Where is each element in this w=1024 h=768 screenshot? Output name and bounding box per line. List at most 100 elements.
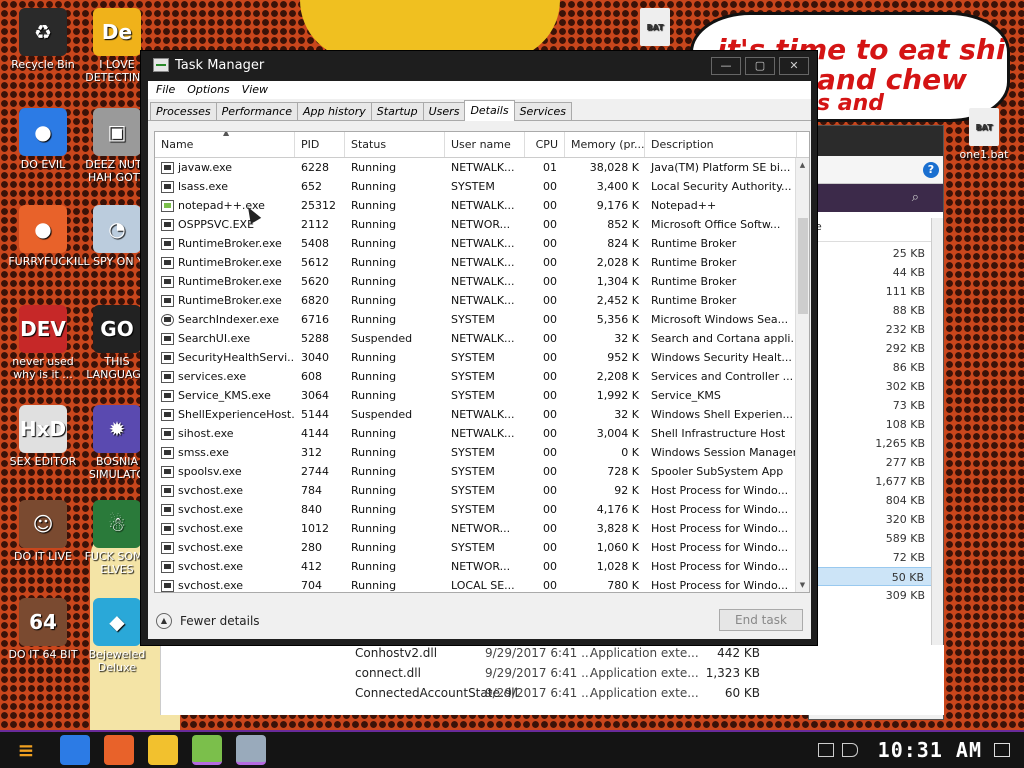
process-mem-cell: 952 K	[607, 351, 639, 364]
process-name: spoolsv.exe	[178, 465, 242, 478]
column-header-memory[interactable]: Memory (pr...	[565, 132, 645, 157]
explorer-address-bar[interactable]: ?	[809, 156, 943, 184]
table-row[interactable]: RuntimeBroker.exe 6820 Running NETWALK... 00…	[155, 291, 809, 310]
tab-details[interactable]: Details	[464, 100, 515, 121]
fewer-details-link[interactable]: Fewer details	[180, 614, 260, 628]
scroll-thumb[interactable]	[798, 218, 808, 314]
explorer-search-box[interactable]: ⌕	[809, 184, 943, 212]
desktop-icon-bat[interactable]: BAT	[620, 8, 690, 48]
table-row[interactable]: svchost.exe 280 Running SYSTEM 00 1,060 K Host…	[155, 538, 809, 557]
maximize-button[interactable]: ▢	[745, 57, 775, 75]
file-explorer-window[interactable]: ? ⌕ e 25 KB 44 KB 111 KB 88 KB 232 KB 292 KB 8…	[808, 125, 944, 720]
process-mem-cell: 5,356 K	[596, 313, 639, 326]
process-icon	[161, 256, 174, 269]
batch-file-icon: BAT	[640, 8, 670, 46]
taskbar-file-explorer-icon[interactable]	[148, 735, 178, 765]
table-row[interactable]: ShellExperienceHost... 5144 Suspended NETWA…	[155, 405, 809, 424]
table-row[interactable]: sihost.exe 4144 Running NETWALK... 00 3,004 K…	[155, 424, 809, 443]
task-manager-window[interactable]: Task Manager — ▢ ✕ File Options View Pro…	[140, 50, 818, 646]
process-cpu-cell: 00	[543, 256, 557, 269]
process-status-cell: Running	[351, 465, 397, 478]
process-user-cell: LOCAL SE...	[451, 579, 515, 592]
scroll-down-arrow-icon[interactable]: ▼	[796, 578, 809, 592]
table-row[interactable]: svchost.exe 1012 Running NETWOR... 00 3,828 K…	[155, 519, 809, 538]
table-row[interactable]: lsass.exe 652 Running SYSTEM 00 3,400 K Local …	[155, 177, 809, 196]
file-size: 442 KB	[717, 646, 760, 660]
table-row[interactable]: svchost.exe 784 Running SYSTEM 00 92 K Host Pr…	[155, 481, 809, 500]
file-row[interactable]: ConnectedAccountState.dll9/29/2017 6:41 …	[335, 683, 760, 703]
table-row[interactable]: Service_KMS.exe 3064 Running SYSTEM 00 1,992 …	[155, 386, 809, 405]
end-task-button[interactable]: End task	[719, 609, 803, 631]
process-mem-cell: 1,028 K	[596, 560, 639, 573]
start-button[interactable]: ≡	[6, 735, 46, 765]
tab-processes[interactable]: Processes	[150, 102, 217, 120]
column-header-status[interactable]: Status	[345, 132, 445, 157]
process-icon	[161, 237, 174, 250]
table-row[interactable]: svchost.exe 412 Running NETWOR... 00 1,028 K H…	[155, 557, 809, 576]
network-icon[interactable]	[817, 743, 834, 757]
taskbar-chrome-icon[interactable]	[60, 735, 90, 765]
process-user-cell: SYSTEM	[451, 370, 495, 383]
taskbar-notepad-plus-plus-icon[interactable]	[192, 735, 222, 765]
process-cpu-cell: 00	[543, 218, 557, 231]
column-header-pid[interactable]: PID	[295, 132, 345, 157]
table-row[interactable]: svchost.exe 704 Running LOCAL SE... 00 780 K H…	[155, 576, 809, 592]
table-row[interactable]: SearchIndexer.exe 6716 Running SYSTEM 00 5,35…	[155, 310, 809, 329]
process-pid-cell: 312	[301, 446, 322, 459]
notification-center-icon[interactable]	[994, 743, 1010, 757]
process-icon	[161, 465, 174, 478]
table-row[interactable]: javaw.exe 6228 Running NETWALK... 01 38,028 K…	[155, 158, 809, 177]
process-cpu-cell: 00	[543, 522, 557, 535]
menu-options[interactable]: Options	[181, 81, 235, 99]
process-desc-cell: Host Process for Windo...	[651, 522, 789, 535]
file-row[interactable]: Conhostv2.dll 9/29/2017 6:41 ...Applicati…	[335, 643, 760, 663]
tab-startup[interactable]: Startup	[370, 102, 424, 120]
table-row[interactable]: services.exe 608 Running SYSTEM 00 2,208 K Ser…	[155, 367, 809, 386]
explorer-scrollbar[interactable]	[931, 218, 943, 689]
table-row[interactable]: spoolsv.exe 2744 Running SYSTEM 00 728 K Spool…	[155, 462, 809, 481]
column-header-user-name[interactable]: User name	[445, 132, 525, 157]
app-icon: ☃	[93, 500, 141, 548]
explorer-column-header[interactable]: e	[809, 212, 943, 242]
taskbar-firefox-icon[interactable]	[104, 735, 134, 765]
table-row[interactable]: SecurityHealthServi... 3040 Running SYSTEM 0…	[155, 348, 809, 367]
chevron-up-icon[interactable]: ▲	[156, 613, 172, 629]
menu-view[interactable]: View	[236, 81, 274, 99]
minimize-button[interactable]: —	[711, 57, 741, 75]
taskbar-task-manager-icon[interactable]	[236, 735, 266, 765]
process-desc-cell: Runtime Broker	[651, 237, 737, 250]
table-row[interactable]: RuntimeBroker.exe 5408 Running NETWALK... 00…	[155, 234, 809, 253]
tab-app-history[interactable]: App history	[296, 102, 372, 120]
table-row[interactable]: RuntimeBroker.exe 5612 Running NETWALK... 00…	[155, 253, 809, 272]
process-mem-cell: 9,176 K	[596, 199, 639, 212]
column-header-cpu[interactable]: CPU	[525, 132, 565, 157]
desktop-icon-one1-bat[interactable]: BAT one1.bat	[944, 108, 1024, 161]
explorer-titlebar[interactable]	[809, 126, 943, 156]
process-cpu-cell: 00	[543, 237, 557, 250]
file-size-cell: 72 KB	[892, 551, 925, 564]
task-manager-titlebar[interactable]: Task Manager — ▢ ✕	[141, 51, 817, 79]
process-icon	[161, 275, 174, 288]
table-row[interactable]: RuntimeBroker.exe 5620 Running NETWALK... 00…	[155, 272, 809, 291]
grid-vertical-scrollbar[interactable]: ▲ ▼	[795, 158, 809, 592]
table-row[interactable]: svchost.exe 840 Running SYSTEM 00 4,176 K Host…	[155, 500, 809, 519]
file-size-cell: 1,677 KB	[875, 475, 925, 488]
tab-users[interactable]: Users	[422, 102, 466, 120]
process-status-cell: Running	[351, 427, 397, 440]
volume-icon[interactable]	[841, 743, 858, 757]
table-row[interactable]: smss.exe 312 Running SYSTEM 00 0 K Windows Ses…	[155, 443, 809, 462]
menu-file[interactable]: File	[150, 81, 181, 99]
clock[interactable]: 10:31 AM	[878, 738, 982, 762]
table-row[interactable]: SearchUI.exe 5288 Suspended NETWALK... 00 32 …	[155, 329, 809, 348]
file-row[interactable]: connect.dll 9/29/2017 6:41 ...Application…	[335, 663, 760, 683]
process-details-grid[interactable]: ▲ Name PID Status User name CPU Memory (…	[154, 131, 810, 593]
process-desc-cell: Services and Controller ...	[651, 370, 794, 383]
tab-services[interactable]: Services	[513, 102, 572, 120]
tab-performance[interactable]: Performance	[215, 102, 298, 120]
column-header-description[interactable]: Description	[645, 132, 797, 157]
help-icon[interactable]: ?	[923, 162, 939, 178]
process-status-cell: Running	[351, 541, 397, 554]
app-icon: ☺	[19, 500, 67, 548]
close-button[interactable]: ✕	[779, 57, 809, 75]
scroll-up-arrow-icon[interactable]: ▲	[796, 158, 809, 172]
